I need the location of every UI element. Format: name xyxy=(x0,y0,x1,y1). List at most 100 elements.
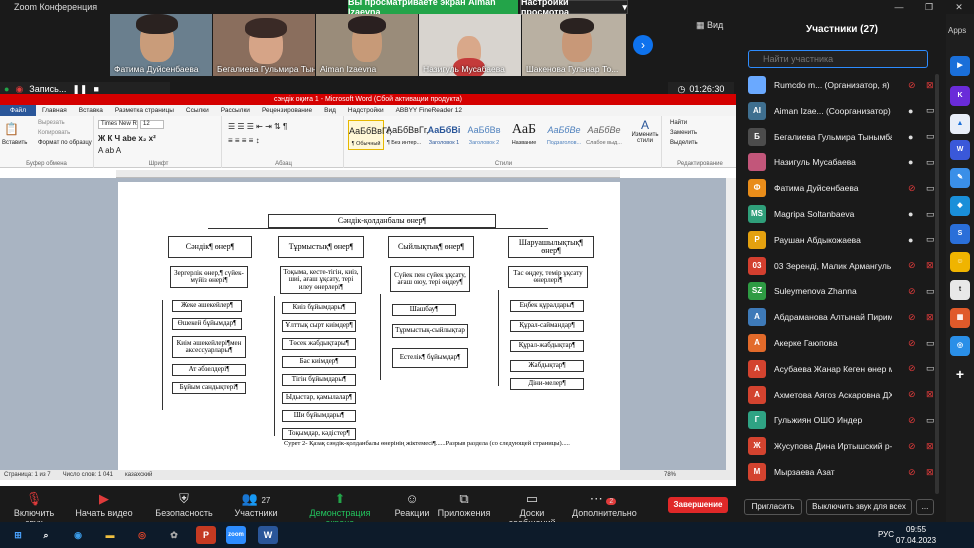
camera-icon[interactable]: ▭ xyxy=(926,234,935,245)
mic-off-icon[interactable]: ⊘ xyxy=(908,441,916,452)
camera-off-icon[interactable]: ⊠ xyxy=(926,389,934,400)
video-tile[interactable]: Aiman Izaevna xyxy=(316,14,418,76)
font-size-select[interactable]: 12 xyxy=(140,120,164,129)
align-icons[interactable]: ≡ ≡ ≡ ≡ ↕ xyxy=(228,136,260,145)
app-icon[interactable]: S xyxy=(950,224,970,244)
camera-icon[interactable]: ▭ xyxy=(926,415,935,426)
mute-all-button[interactable]: Выключить звук для всех xyxy=(806,499,912,515)
camera-off-icon[interactable]: ⊠ xyxy=(926,260,934,271)
stop-icon[interactable]: ■ xyxy=(93,84,98,94)
camera-icon[interactable]: ▭ xyxy=(926,131,935,142)
participant-scrollbar[interactable] xyxy=(935,74,939,494)
menu-home[interactable]: Главная xyxy=(36,107,73,114)
camera-icon[interactable]: ▭ xyxy=(926,157,935,168)
color-icons[interactable]: A ab A xyxy=(98,146,121,155)
paste-icon[interactable]: 📋 xyxy=(4,122,19,136)
camera-icon[interactable]: ▭ xyxy=(926,286,935,297)
camera-icon[interactable]: ▭ xyxy=(926,363,935,374)
mic-icon[interactable]: ● xyxy=(908,132,913,142)
language-indicator[interactable]: РУС xyxy=(878,530,894,539)
participant-row[interactable]: Р Раушан Абдыкожаева ● ▭ xyxy=(748,229,944,251)
app-icon[interactable]: ✎ xyxy=(950,168,970,188)
video-tile[interactable]: Назигуль Мусабаева xyxy=(419,14,521,76)
camera-icon[interactable]: ▭ xyxy=(926,183,935,194)
mic-off-icon[interactable]: ⊘ xyxy=(908,389,916,400)
more-button[interactable]: ⋯ 2 Дополнительно xyxy=(572,490,637,518)
style-heading1[interactable]: АаБбВі Заголовок 1 xyxy=(426,120,462,150)
pause-icon[interactable]: ❚❚ xyxy=(72,84,87,95)
replace-button[interactable]: Заменить xyxy=(670,130,697,136)
app-icon[interactable]: t xyxy=(950,280,970,300)
minimize-icon[interactable]: — xyxy=(884,0,914,14)
camera-off-icon[interactable]: ⊠ xyxy=(926,441,934,452)
participant-row[interactable]: Rumcdo m... (Организатор, я) ⊘ ⊠ xyxy=(748,74,944,96)
participant-search-input[interactable] xyxy=(748,50,928,68)
mic-icon[interactable]: ● xyxy=(908,209,913,219)
app-icon[interactable]: ▶ xyxy=(950,56,970,76)
mic-off-icon[interactable]: ⊘ xyxy=(908,338,916,349)
find-button[interactable]: Найти xyxy=(670,120,687,126)
copy-button[interactable]: Копировать xyxy=(38,130,70,136)
bold-italic-underline-icons[interactable]: Ж К Ч abe x₂ x² xyxy=(98,134,156,143)
cut-button[interactable]: Вырезать xyxy=(38,120,65,126)
participant-row[interactable]: А Абдраманова Алтынай Пиримб... ⊘ ⊠ xyxy=(748,306,944,328)
add-app-icon[interactable]: + xyxy=(950,364,970,384)
participant-row[interactable]: 03 03 Зерендi, Малик Армангуль ⊘ ⊠ xyxy=(748,255,944,277)
shared-screen[interactable]: сэндік оқиға 1 - Microsoft Word (Сбой ак… xyxy=(0,94,736,486)
app-icon[interactable]: ▦ xyxy=(950,308,970,328)
app-icon[interactable]: ▲ xyxy=(950,114,970,134)
participant-row[interactable]: Назигуль Мусабаева ● ▭ xyxy=(748,151,944,173)
menu-review[interactable]: Рецензирование xyxy=(256,107,318,114)
search-icon[interactable]: ⌕ xyxy=(36,526,56,544)
menu-view[interactable]: Вид xyxy=(318,107,342,114)
camera-off-icon[interactable]: ⊠ xyxy=(926,80,934,91)
reactions-button[interactable]: ☺ Реакции xyxy=(390,490,434,518)
menu-layout[interactable]: Разметка страницы xyxy=(109,107,180,114)
invite-button[interactable]: Пригласить xyxy=(744,499,802,515)
video-tile[interactable]: Фатима Дуйсенбаева xyxy=(110,14,212,76)
vertical-scrollbar[interactable] xyxy=(726,178,736,470)
app-icon[interactable]: ◆ xyxy=(950,196,970,216)
app-icon[interactable]: ◎ xyxy=(950,336,970,356)
participant-row[interactable]: А Акерке Гаюпова ⊘ ▭ xyxy=(748,332,944,354)
participant-row[interactable]: SZ Suleymenova Zhanna ⊘ ▭ xyxy=(748,280,944,302)
edge-icon[interactable]: ◉ xyxy=(68,526,88,544)
apps-button[interactable]: ⧉ Приложения xyxy=(436,490,492,518)
mic-off-icon[interactable]: ⊘ xyxy=(908,183,916,194)
security-button[interactable]: ⛨ Безопасность xyxy=(154,490,214,518)
status-zoom[interactable]: 78% xyxy=(664,472,736,478)
chrome-icon[interactable]: ◎ xyxy=(132,526,152,544)
mic-icon[interactable]: ● xyxy=(908,157,913,167)
participant-row[interactable]: Б Бегалиева Гульмира Тынымбае... ● ▭ xyxy=(748,126,944,148)
list-icons[interactable]: ☰ ☰ ☰ ⇤ ⇥ ⇅ ¶ xyxy=(228,122,287,131)
video-button[interactable]: ▶ Начать видео xyxy=(74,490,134,518)
mic-off-icon[interactable]: ⊘ xyxy=(908,467,916,478)
camera-off-icon[interactable]: ⊠ xyxy=(926,312,934,323)
app-icon[interactable]: K xyxy=(950,86,970,106)
format-painter-button[interactable]: Формат по образцу xyxy=(38,140,92,146)
start-icon[interactable]: ⊞ xyxy=(8,526,28,544)
style-title[interactable]: АаБ Название xyxy=(506,120,542,150)
app-icon[interactable]: ☺ xyxy=(950,252,970,272)
view-button[interactable]: ▦ Вид xyxy=(696,20,723,31)
mic-off-icon[interactable]: ⊘ xyxy=(908,415,916,426)
mic-icon[interactable]: ● xyxy=(908,235,913,245)
video-tile[interactable]: Шакенова Гульнар То... xyxy=(522,14,626,76)
participants-more-button[interactable]: ... xyxy=(916,499,934,515)
taskbar-clock[interactable]: 09:55 07.04.2023 xyxy=(896,524,936,546)
select-button[interactable]: Выделить xyxy=(670,140,698,146)
participant-row[interactable]: М Мырзаева Азат ⊘ ⊠ xyxy=(748,461,944,483)
style-subtle[interactable]: АаБбВе Слабое выд... xyxy=(586,120,622,150)
participant-row[interactable]: Ф Фатима Дуйсенбаева ⊘ ▭ xyxy=(748,177,944,199)
menu-addins[interactable]: Надстройки xyxy=(342,107,390,114)
menu-mailings[interactable]: Рассылки xyxy=(215,107,256,114)
change-styles-button[interactable]: A Изменить стили xyxy=(630,118,660,144)
app-taskbar-icon[interactable]: ✿ xyxy=(164,526,184,544)
app-icon[interactable]: W xyxy=(950,140,970,160)
mic-icon[interactable]: ● xyxy=(908,106,913,116)
style-normal[interactable]: АаБбВвГг, ¶ Обычный xyxy=(348,120,392,150)
font-name-select[interactable]: Times New R xyxy=(98,120,138,129)
participant-row[interactable]: А Асубаева Жанар Кеген өнер ме... ⊘ ▭ xyxy=(748,358,944,380)
mic-off-icon[interactable]: ⊘ xyxy=(908,286,916,297)
participant-row[interactable]: MS Magripa Soltanbaeva ● ▭ xyxy=(748,203,944,225)
